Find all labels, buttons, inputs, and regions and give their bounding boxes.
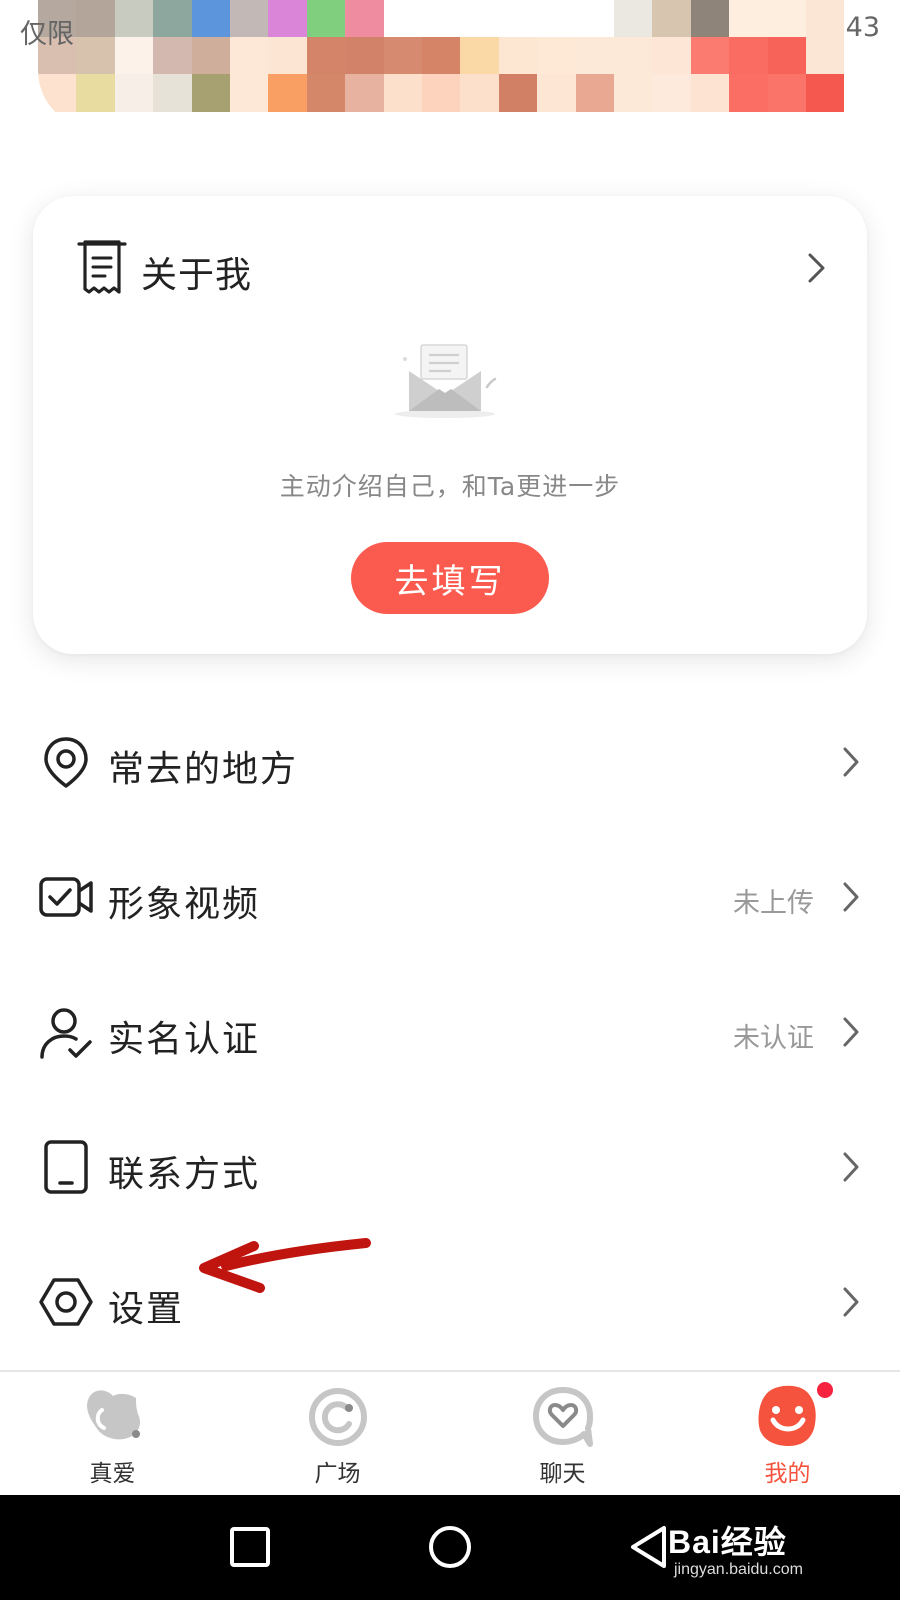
menu-item-image-video[interactable]: 形象视频 未上传: [0, 847, 900, 947]
mosaic-tile: [652, 74, 692, 112]
menu-item-real-name-verification[interactable]: 实名认证 未认证: [0, 982, 900, 1082]
verification-status: 未认证: [733, 1023, 814, 1054]
mosaic-tile: [268, 74, 308, 112]
phone-icon: [44, 1140, 88, 1194]
about-me-title: 关于我: [141, 255, 253, 296]
mosaic-tile: [191, 74, 231, 112]
mosaic-tile: [729, 37, 769, 75]
mosaic-tile: [422, 37, 461, 75]
menu-label: 常去的地方: [108, 749, 299, 790]
mosaic-tile: [345, 37, 385, 75]
tab-mine[interactable]: 我的: [675, 1372, 900, 1495]
mosaic-tile: [230, 37, 269, 75]
tab-true-love[interactable]: 真爱: [0, 1372, 225, 1495]
menu-item-settings[interactable]: 设置: [0, 1252, 900, 1352]
video-check-icon: [39, 877, 93, 917]
smiley-profile-icon: [758, 1385, 816, 1446]
menu-item-frequent-places[interactable]: 常去的地方: [0, 712, 900, 812]
mosaic-tile: [537, 37, 577, 75]
menu-label: 形象视频: [108, 884, 261, 925]
home-circle-icon[interactable]: [426, 1523, 474, 1571]
about-me-header[interactable]: 关于我: [77, 238, 827, 298]
about-me-card: 关于我 主动介绍自己，和Ta更进一步 去填写: [33, 196, 867, 654]
notification-badge: [817, 1382, 833, 1398]
watermark-logo: Bai经验: [668, 1524, 787, 1560]
settings-hexagon-icon: [39, 1278, 93, 1326]
chevron-right-icon: [843, 882, 859, 912]
chevron-right-icon: [843, 1017, 859, 1047]
tab-label: 真爱: [89, 1461, 136, 1487]
mosaic-tile: [537, 74, 577, 112]
mosaic-tile: [268, 37, 308, 75]
menu-label: 实名认证: [108, 1019, 261, 1060]
tab-label: 广场: [314, 1461, 361, 1487]
mosaic-tile: [422, 74, 461, 112]
plaza-circle-icon: [309, 1388, 367, 1446]
chevron-right-icon: [843, 1152, 859, 1182]
user-verified-icon: [40, 1008, 92, 1059]
mosaic-tile: [460, 37, 500, 75]
mosaic-tile: [306, 74, 346, 112]
chevron-right-icon: [808, 253, 825, 283]
mosaic-tile: [729, 74, 769, 112]
mosaic-tile: [306, 37, 346, 75]
about-me-hint: 主动介绍自己，和Ta更进一步: [279, 472, 621, 501]
back-triangle-icon[interactable]: [626, 1523, 674, 1571]
fill-in-button[interactable]: 去填写: [351, 542, 549, 614]
heart-bubble-icon: [87, 1390, 140, 1440]
mosaic-tile: [614, 37, 653, 75]
mosaic-tile: [76, 37, 116, 75]
baidu-jingyan-watermark: Bai经验 jingyan.baidu.com: [668, 1517, 858, 1587]
mosaic-tile: [806, 74, 844, 112]
mosaic-tile: [460, 74, 500, 112]
mosaic-tile: [114, 74, 154, 112]
mosaic-tile: [498, 74, 538, 112]
status-left-text: 仅限: [20, 19, 74, 50]
chevron-right-icon: [843, 1287, 859, 1317]
video-status: 未上传: [733, 888, 814, 919]
mosaic-tile: [575, 37, 615, 75]
mosaic-tile: [230, 74, 269, 112]
mosaic-tile: [153, 74, 193, 112]
envelope-icon: [395, 344, 497, 418]
mosaic-tile: [614, 74, 653, 112]
mosaic-tile: [652, 37, 692, 75]
status-bar: 仅限 43: [0, 0, 900, 50]
mosaic-tile: [345, 74, 385, 112]
mosaic-tile: [383, 74, 423, 112]
mosaic-tile: [38, 74, 77, 112]
tab-label: 聊天: [539, 1461, 586, 1487]
menu-item-contact-info[interactable]: 联系方式: [0, 1117, 900, 1217]
mosaic-tile: [690, 74, 730, 112]
tab-chat[interactable]: 聊天: [450, 1372, 675, 1495]
mosaic-tile: [191, 37, 231, 75]
menu-label: 联系方式: [108, 1154, 261, 1195]
mosaic-tile: [498, 37, 538, 75]
tab-label: 我的: [764, 1461, 811, 1487]
bottom-tab-bar: 真爱 广场 聊天 我的: [0, 1370, 900, 1495]
receipt-icon: [77, 240, 127, 294]
mosaic-tile: [575, 74, 615, 112]
mosaic-tile: [383, 37, 423, 75]
mosaic-tile: [114, 37, 154, 75]
mosaic-tile: [806, 37, 844, 75]
menu-label: 设置: [108, 1289, 185, 1330]
mosaic-tile: [76, 74, 116, 112]
mosaic-tile: [767, 37, 807, 75]
status-time: 43: [845, 12, 880, 43]
system-nav-bar: Bai经验 jingyan.baidu.com: [0, 1495, 900, 1600]
tab-plaza[interactable]: 广场: [225, 1372, 450, 1495]
location-pin-icon: [44, 737, 88, 788]
mosaic-tile: [690, 37, 730, 75]
mosaic-tile: [767, 74, 807, 112]
watermark-url: jingyan.baidu.com: [674, 1561, 803, 1578]
chat-heart-icon: [533, 1387, 593, 1447]
recent-apps-square-icon[interactable]: [226, 1523, 274, 1571]
chevron-right-icon: [843, 747, 859, 777]
mosaic-tile: [153, 37, 193, 75]
